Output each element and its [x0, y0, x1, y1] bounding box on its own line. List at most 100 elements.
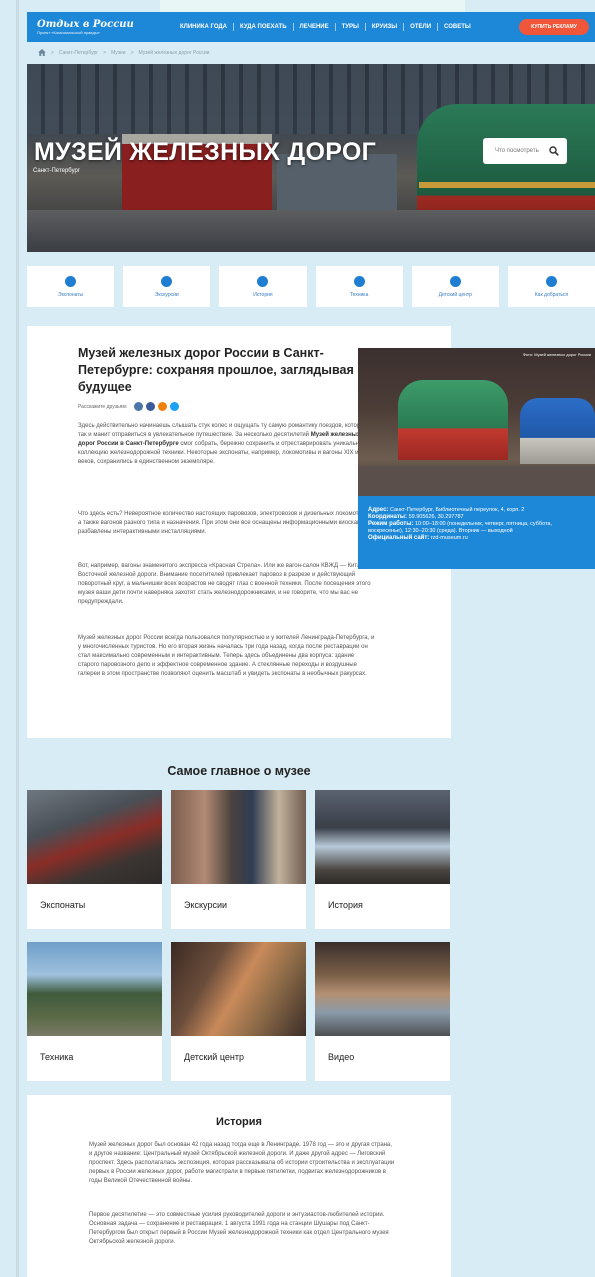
vk-icon[interactable]	[134, 402, 144, 411]
history-title: История	[216, 1116, 262, 1128]
twitter-icon[interactable]	[170, 402, 180, 411]
tile-label: Как добраться	[534, 291, 569, 298]
card-label: Экспонаты	[40, 900, 86, 910]
tile-label: Экспонаты	[58, 291, 84, 298]
buy-ad-button[interactable]: КУПИТЬ РЕКЛАМУ	[519, 19, 589, 35]
tile-kids-center[interactable]: Детский центр	[411, 266, 499, 307]
card-image	[315, 942, 450, 1036]
facebook-icon[interactable]	[146, 402, 156, 411]
nav-item-where-to-go[interactable]: КУДА ПОЕХАТЬ	[234, 23, 294, 31]
article-paragraph: Здесь действительно начинаешь слышать ст…	[78, 422, 375, 467]
card-label: Экскурсии	[184, 900, 228, 910]
hero-banner: МУЗЕЙ ЖЕЛЕЗНЫХ ДОРОГ Санкт-Петербург Что…	[27, 64, 595, 252]
nav-item-tips[interactable]: СОВЕТЫ	[438, 23, 477, 31]
card-label: История	[328, 900, 363, 910]
left-border-line	[16, 0, 19, 1277]
nav-item-hotels[interactable]: ОТЕЛИ	[404, 23, 439, 31]
tile-technics[interactable]: Техника	[315, 266, 403, 307]
highlight-card-excursions[interactable]: Экскурсии	[171, 790, 306, 929]
tile-history[interactable]: История	[219, 266, 307, 307]
share-label: Расскажите друзьям:	[78, 403, 128, 410]
info-site: Официальный сайт: rzd-museum.ru	[368, 535, 585, 542]
card-label: Детский центр	[184, 1052, 244, 1062]
card-label: Видео	[328, 1052, 355, 1062]
tile-directions[interactable]: Как добраться	[507, 266, 595, 307]
kids-center-icon	[449, 275, 461, 287]
museum-photo: Фото: Музей железных дорог России	[358, 348, 595, 496]
history-section: История Музей железных дорог был основан…	[27, 1095, 451, 1277]
hero-search-box[interactable]: Что посмотреть	[483, 138, 567, 164]
history-paragraph: Первое десятилетие — это совместные усил…	[89, 1212, 389, 1245]
card-image	[171, 790, 306, 884]
excursions-icon	[161, 275, 173, 287]
highlights-title: Самое главное о музее	[167, 764, 311, 778]
search-icon[interactable]	[549, 146, 559, 156]
breadcrumb: > Санкт-Петербург > Музеи > Музей железн…	[38, 49, 209, 56]
breadcrumb-item-current: Музей железных дорог России	[138, 49, 210, 56]
page-title: МУЗЕЙ ЖЕЛЕЗНЫХ ДОРОГ	[34, 138, 377, 166]
article-title: Музей железных дорог России в Санкт-Пете…	[78, 346, 365, 394]
technics-icon	[353, 275, 365, 287]
exhibits-icon	[65, 275, 77, 287]
nav-item-treatment[interactable]: ЛЕЧЕНИЕ	[294, 23, 336, 31]
site-logo[interactable]: Отдых в России Проект «Комсомольской пра…	[27, 19, 137, 36]
info-value: 59.905626, 30.297787	[408, 514, 464, 520]
tile-excursions[interactable]: Экскурсии	[123, 266, 211, 307]
breadcrumb-separator: >	[103, 49, 107, 56]
share-bar: Расскажите друзьям:	[78, 402, 180, 411]
info-label: Адрес:	[368, 507, 389, 513]
official-site-link[interactable]: rzd-museum.ru	[431, 535, 468, 541]
breadcrumb-separator: >	[130, 49, 134, 56]
location-pin-icon	[545, 275, 557, 287]
main-nav: КЛИНИКА ГОДА КУДА ПОЕХАТЬ ЛЕЧЕНИЕ ТУРЫ К…	[174, 23, 477, 31]
history-icon	[257, 275, 269, 287]
tile-label: Экскурсии	[154, 291, 179, 298]
photo-caption: Фото: Музей железных дорог России	[522, 352, 591, 357]
tile-exhibits[interactable]: Экспонаты	[27, 266, 115, 307]
logo-subtitle: Проект «Комсомольской правды»	[37, 29, 100, 35]
top-accent-strip	[160, 0, 465, 12]
logo-title: Отдых в России	[37, 18, 134, 30]
article-paragraph: Музей железных дорог России всегда польз…	[78, 635, 375, 677]
breadcrumb-item-museums[interactable]: Музеи	[111, 50, 126, 56]
nav-item-cruises[interactable]: КРУИЗЫ	[366, 23, 405, 31]
home-icon[interactable]	[38, 49, 46, 56]
card-label: Техника	[40, 1052, 74, 1062]
photo-blue-train	[520, 398, 595, 464]
photo-floor	[358, 466, 595, 496]
nav-item-tours[interactable]: ТУРЫ	[336, 23, 366, 31]
info-box: Адрес: Санкт-Петербург, Библиотечный пер…	[358, 496, 595, 569]
history-paragraph: Музей железных дорог был основан 42 года…	[89, 1142, 395, 1184]
highlight-card-exhibits[interactable]: Экспонаты	[27, 790, 162, 929]
hero-image-stripe	[419, 182, 595, 188]
info-label: Официальный сайт:	[368, 535, 430, 541]
highlight-card-kids-center[interactable]: Детский центр	[171, 942, 306, 1081]
article-paragraph: Вот, например, вагоны знаменитого экспре…	[78, 563, 375, 605]
info-coords: Координаты: 59.905626, 30.297787	[368, 514, 585, 521]
site-header: Отдых в России Проект «Комсомольской пра…	[27, 12, 595, 42]
nav-item-clinic[interactable]: КЛИНИКА ГОДА	[174, 23, 235, 31]
photo-green-train	[398, 380, 508, 460]
highlight-card-history[interactable]: История	[315, 790, 450, 929]
odnoklassniki-icon[interactable]	[158, 402, 168, 411]
card-image	[171, 942, 306, 1036]
tile-label: Детский центр	[438, 291, 472, 298]
hero-image-floor	[27, 210, 595, 252]
breadcrumb-item-city[interactable]: Санкт-Петербург	[59, 50, 98, 56]
card-image	[27, 942, 162, 1036]
search-placeholder: Что посмотреть	[495, 148, 539, 154]
info-label: Режим работы:	[368, 521, 414, 527]
info-hours: Режим работы: 10:00–18:00 (понедельник, …	[368, 521, 585, 535]
article-paragraph: Что здесь есть? Невероятное количество н…	[78, 511, 374, 535]
info-label: Координаты:	[368, 514, 408, 520]
info-address: Адрес: Санкт-Петербург, Библиотечный пер…	[368, 507, 585, 514]
section-tiles: Экспонаты Экскурсии История Техника Детс…	[27, 266, 595, 307]
highlight-card-video[interactable]: Видео	[315, 942, 450, 1081]
tile-label: История	[253, 291, 273, 298]
info-value: Санкт-Петербург, Библиотечный переулок, …	[389, 507, 525, 513]
card-image	[315, 790, 450, 884]
hero-city: Санкт-Петербург	[33, 168, 81, 174]
highlight-card-technics[interactable]: Техника	[27, 942, 162, 1081]
card-image	[27, 790, 162, 884]
breadcrumb-separator: >	[51, 49, 54, 56]
